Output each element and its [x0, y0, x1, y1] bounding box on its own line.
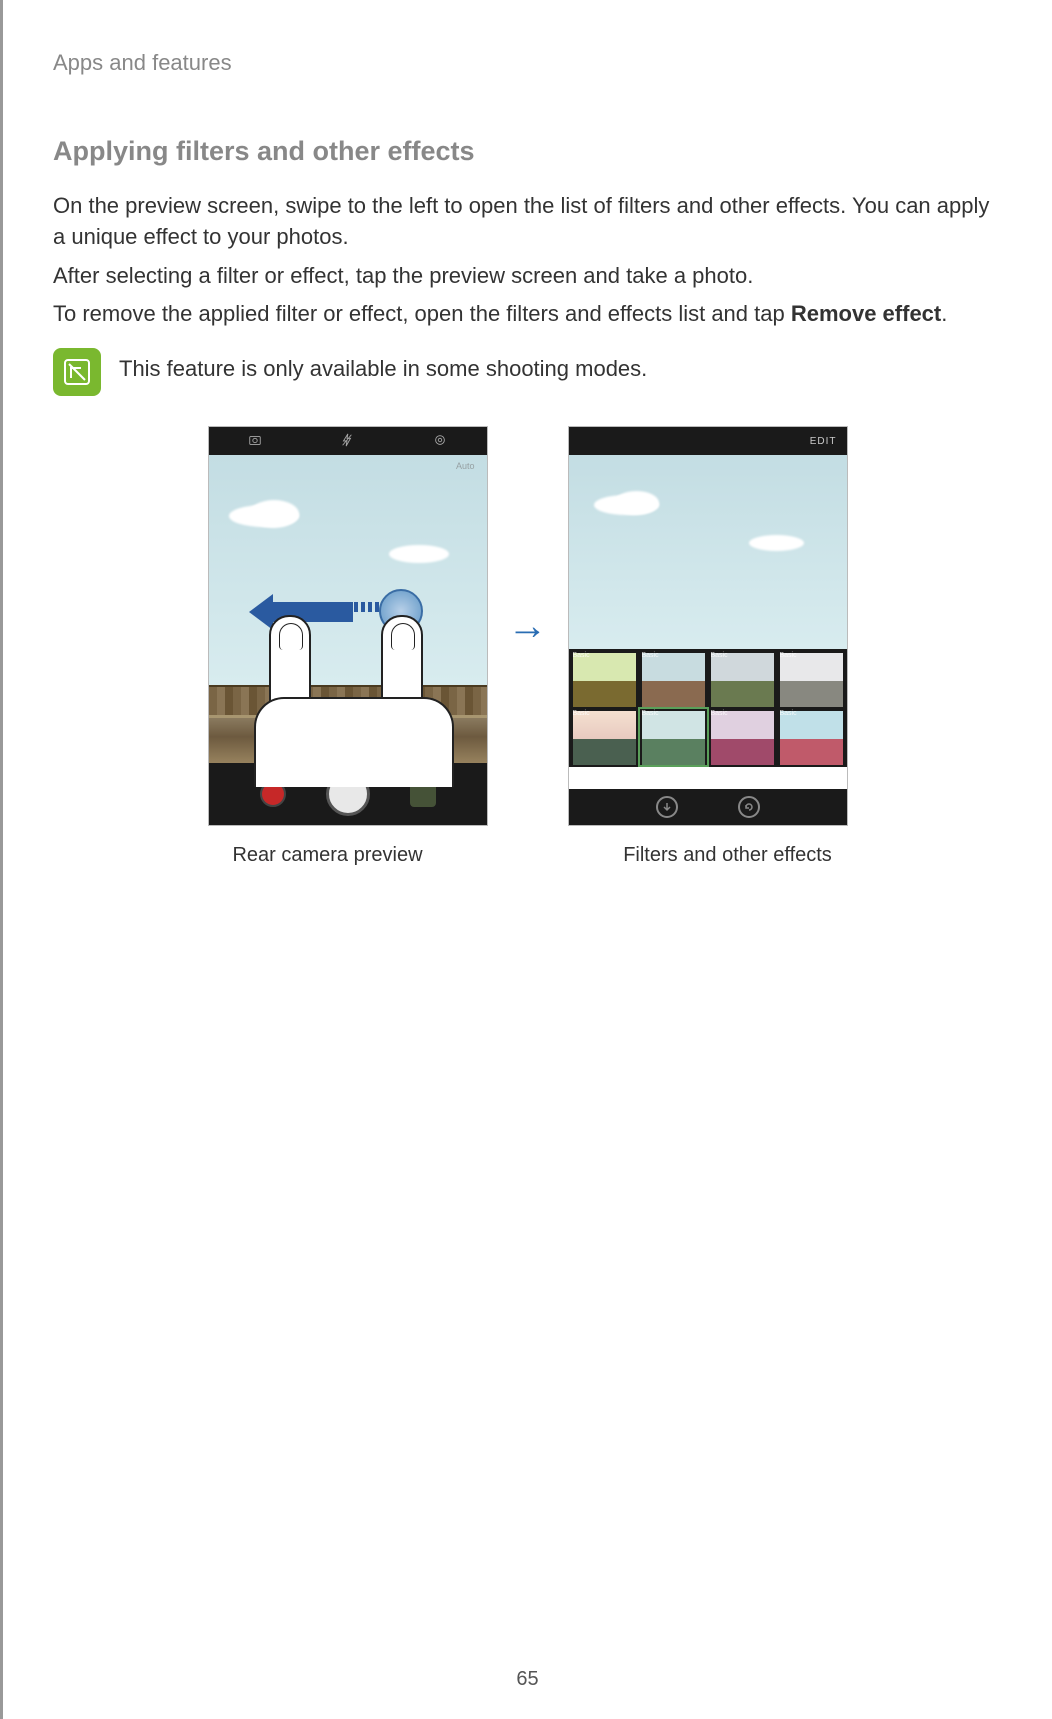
filter-thumb: Basic: [571, 709, 638, 765]
filter-label: Basic: [573, 710, 590, 717]
filter-label: Basic: [780, 710, 797, 717]
transition-arrow-icon: →: [508, 604, 548, 649]
hand-illustration: [254, 697, 454, 787]
camera-topbar: [209, 427, 487, 455]
remove-effect-label: Remove effect: [791, 301, 941, 326]
swipe-gesture-illustration: [259, 567, 439, 767]
filter-label: Basic: [711, 710, 728, 717]
note-text: This feature is only available in some s…: [119, 348, 647, 382]
caption-row: Rear camera preview Filters and other ef…: [53, 844, 1002, 867]
paragraph-3c: .: [941, 301, 947, 326]
paragraph-1: On the preview screen, swipe to the left…: [53, 191, 1002, 253]
screenshot-filters: EDIT Basic Basic Basic Basic: [568, 426, 848, 826]
filters-bottombar: [569, 789, 847, 825]
filter-thumb: Basic: [778, 651, 845, 707]
filter-thumb: Basic: [709, 651, 776, 707]
filter-thumb: Basic: [778, 709, 845, 765]
figure-row: Auto → EDIT: [53, 426, 1002, 826]
settings-icon: [433, 433, 447, 450]
page-header: Apps and features: [53, 50, 1002, 76]
filter-thumb: Basic: [709, 709, 776, 765]
screenshot-rear-camera: Auto: [208, 426, 488, 826]
page-number: 65: [516, 1668, 538, 1691]
refresh-filter-icon: [738, 796, 760, 818]
filter-thumb: Basic: [640, 651, 707, 707]
caption-right: Filters and other effects: [588, 844, 868, 867]
paragraph-3a: To remove the applied filter or effect, …: [53, 301, 791, 326]
section-title: Applying filters and other effects: [53, 136, 1002, 167]
filter-label: Basic: [642, 652, 659, 659]
flash-icon: [341, 433, 353, 450]
note-block: This feature is only available in some s…: [53, 348, 1002, 396]
caption-left: Rear camera preview: [188, 844, 468, 867]
filter-thumb: Basic: [640, 709, 707, 765]
edit-label: EDIT: [810, 436, 837, 447]
filter-label: Basic: [711, 652, 728, 659]
filters-topbar: EDIT: [569, 427, 847, 455]
filters-preview-sky: [569, 455, 847, 650]
filter-thumb: Basic: [571, 651, 638, 707]
note-icon: [53, 348, 101, 396]
filter-label: Basic: [573, 652, 590, 659]
filter-label: Basic: [642, 710, 659, 717]
mode-label: Auto: [456, 461, 475, 471]
download-filter-icon: [656, 796, 678, 818]
switch-camera-icon: [248, 433, 262, 450]
filter-label: Basic: [780, 652, 797, 659]
paragraph-3: To remove the applied filter or effect, …: [53, 299, 1002, 330]
filter-grid: Basic Basic Basic Basic Basic Basic: [569, 649, 847, 767]
paragraph-2: After selecting a filter or effect, tap …: [53, 261, 1002, 292]
